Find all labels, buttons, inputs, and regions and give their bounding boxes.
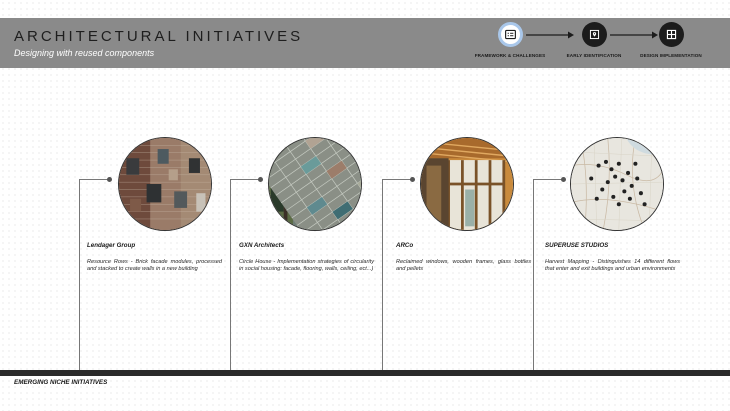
step-label-framework: FRAMEWORK & CHALLENGES: [474, 53, 546, 58]
photo-gxn-tile-facade[interactable]: [268, 137, 362, 231]
timeline-node: [258, 177, 263, 182]
grid-window-icon: [658, 22, 684, 47]
timeline-node: [561, 177, 566, 182]
timeline-line: [533, 179, 534, 370]
map-pin-icon: [581, 22, 607, 47]
timeline-node: [410, 177, 415, 182]
initiative-desc-lendager: Resource Rows - Brick facade modules, pr…: [87, 259, 222, 272]
timeline-connector: [533, 179, 563, 180]
timeline-line: [230, 179, 231, 370]
initiative-desc-arco: Reclaimed windows, wooden frames, glass …: [396, 259, 531, 272]
timeline-line: [382, 179, 383, 370]
initiative-desc-superuse: Harvest Mapping - Distinguishes 14 diffe…: [545, 259, 680, 272]
framework-icon: [497, 22, 523, 47]
timeline-node: [107, 177, 112, 182]
initiative-name-superuse: SUPERUSE STUDIOS: [545, 242, 609, 249]
bottom-divider-bar: [0, 370, 730, 376]
initiative-name-lendager: Lendager Group: [87, 242, 136, 249]
timeline-connector: [230, 179, 260, 180]
step-design-implementation[interactable]: DESIGN IMPLEMENTATION: [626, 22, 716, 58]
step-framework[interactable]: FRAMEWORK & CHALLENGES: [465, 22, 555, 58]
timeline-connector: [79, 179, 109, 180]
timeline-line: [79, 179, 80, 370]
page-title: ARCHITECTURAL INITIATIVES: [14, 28, 304, 45]
photo-lendager-brick-facade[interactable]: [118, 137, 212, 231]
photo-superuse-harvest-map[interactable]: [570, 137, 664, 231]
initiative-desc-gxn: Circle House - Implementation strategies…: [239, 259, 374, 272]
photo-arco-wood-windows[interactable]: [420, 137, 514, 231]
header-banner: ARCHITECTURAL INITIATIVES Designing with…: [0, 18, 730, 68]
initiative-name-arco: ARCo: [396, 242, 414, 249]
initiative-name-gxn: GXN Architects: [239, 242, 285, 249]
step-label-design-implementation: DESIGN IMPLEMENTATION: [640, 53, 702, 58]
page-subtitle: Designing with reused components: [14, 48, 155, 58]
footer-section-label: EMERGING NICHE INITIATIVES: [14, 379, 108, 386]
timeline-connector: [382, 179, 412, 180]
